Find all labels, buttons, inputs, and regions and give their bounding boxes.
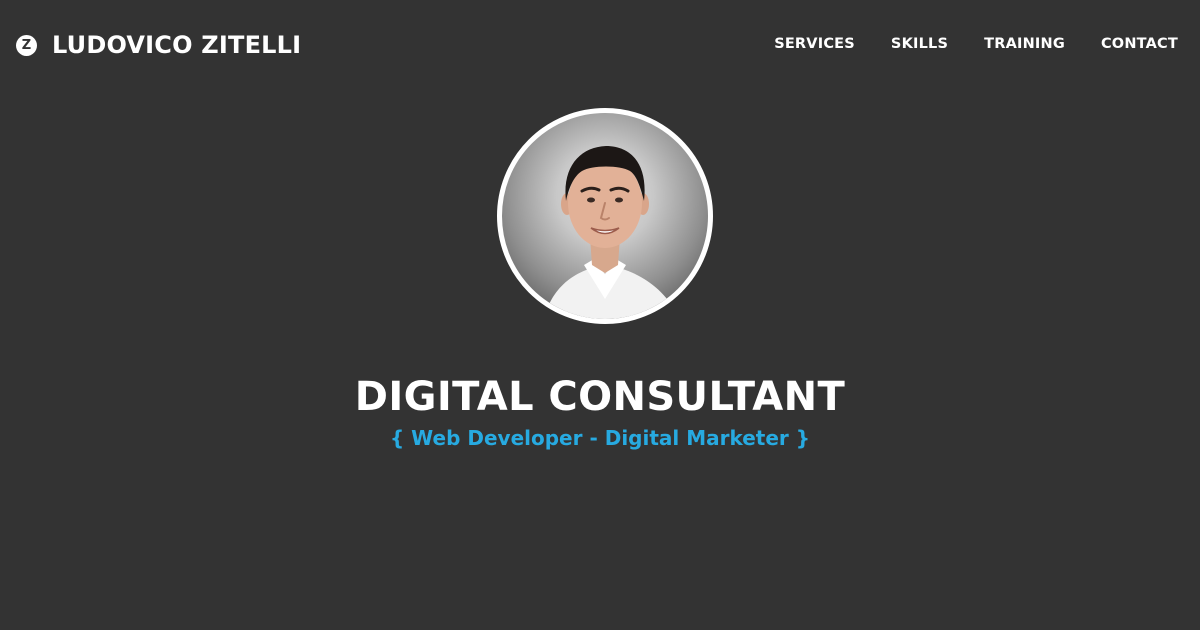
hero-headline: DIGITAL CONSULTANT: [354, 373, 846, 420]
hero-subtitle: { Web Developer - Digital Marketer }: [389, 426, 810, 450]
profile-photo-illustration: [544, 146, 680, 319]
main-nav: SERVICES SKILLS TRAINING CONTACT: [774, 36, 1178, 52]
nav-item-services[interactable]: SERVICES: [774, 36, 855, 52]
site-header: Z LUDOVICO ZITELLI SERVICES SKILLS TRAIN…: [0, 0, 1200, 90]
brand-logo-link[interactable]: Z LUDOVICO ZITELLI: [16, 31, 301, 59]
z-logo-icon: Z: [16, 34, 37, 56]
profile-photo: [497, 108, 713, 324]
nav-item-training[interactable]: TRAINING: [984, 36, 1065, 52]
nav-item-skills[interactable]: SKILLS: [891, 36, 948, 52]
nav-item-contact[interactable]: CONTACT: [1101, 36, 1178, 52]
brand-name: LUDOVICO ZITELLI: [52, 31, 302, 59]
